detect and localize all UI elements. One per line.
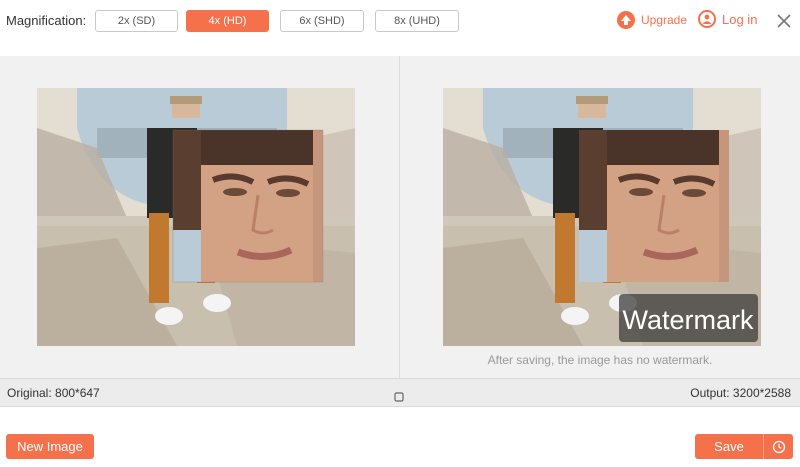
login-link[interactable]: Log in (698, 10, 757, 28)
image-upscaler-window: Magnification: 2x (SD) 4x (HD) 6x (SHD) … (0, 0, 800, 467)
info-bar: Original: 800*647 Output: 3200*2588 (0, 378, 800, 407)
magnification-4x-button[interactable]: 4x (HD) (186, 10, 269, 32)
watermark-text: Watermark (622, 305, 754, 335)
magnification-6x-button[interactable]: 6x (SHD) (280, 10, 364, 32)
original-image (37, 88, 355, 346)
close-icon[interactable] (774, 11, 794, 31)
new-image-button[interactable]: New Image (6, 434, 94, 459)
magnification-2x-button[interactable]: 2x (SD) (95, 10, 178, 32)
toolbar: Magnification: 2x (SD) 4x (HD) 6x (SHD) … (0, 0, 800, 56)
panel-divider (399, 56, 400, 378)
upgrade-arrow-icon (617, 11, 635, 29)
upgrade-link[interactable]: Upgrade (617, 11, 687, 29)
action-bar: New Image Save (0, 407, 800, 467)
watermark-note: After saving, the image has no watermark… (487, 353, 713, 367)
output-size-label: Output: 3200*2588 (690, 386, 791, 400)
compare-icon[interactable] (394, 389, 404, 402)
save-group: Save (695, 434, 793, 459)
user-icon (698, 10, 716, 28)
magnification-label: Magnification: (6, 13, 87, 28)
upgrade-label: Upgrade (641, 13, 688, 27)
save-button[interactable]: Save (695, 434, 763, 459)
magnification-8x-button[interactable]: 8x (UHD) (375, 10, 459, 32)
output-image: Watermark (443, 88, 761, 346)
original-size-label: Original: 800*647 (7, 386, 100, 400)
login-label: Log in (722, 11, 758, 27)
preview-area: Watermark After saving, the image has no… (0, 56, 800, 378)
history-clock-icon[interactable] (764, 434, 793, 459)
